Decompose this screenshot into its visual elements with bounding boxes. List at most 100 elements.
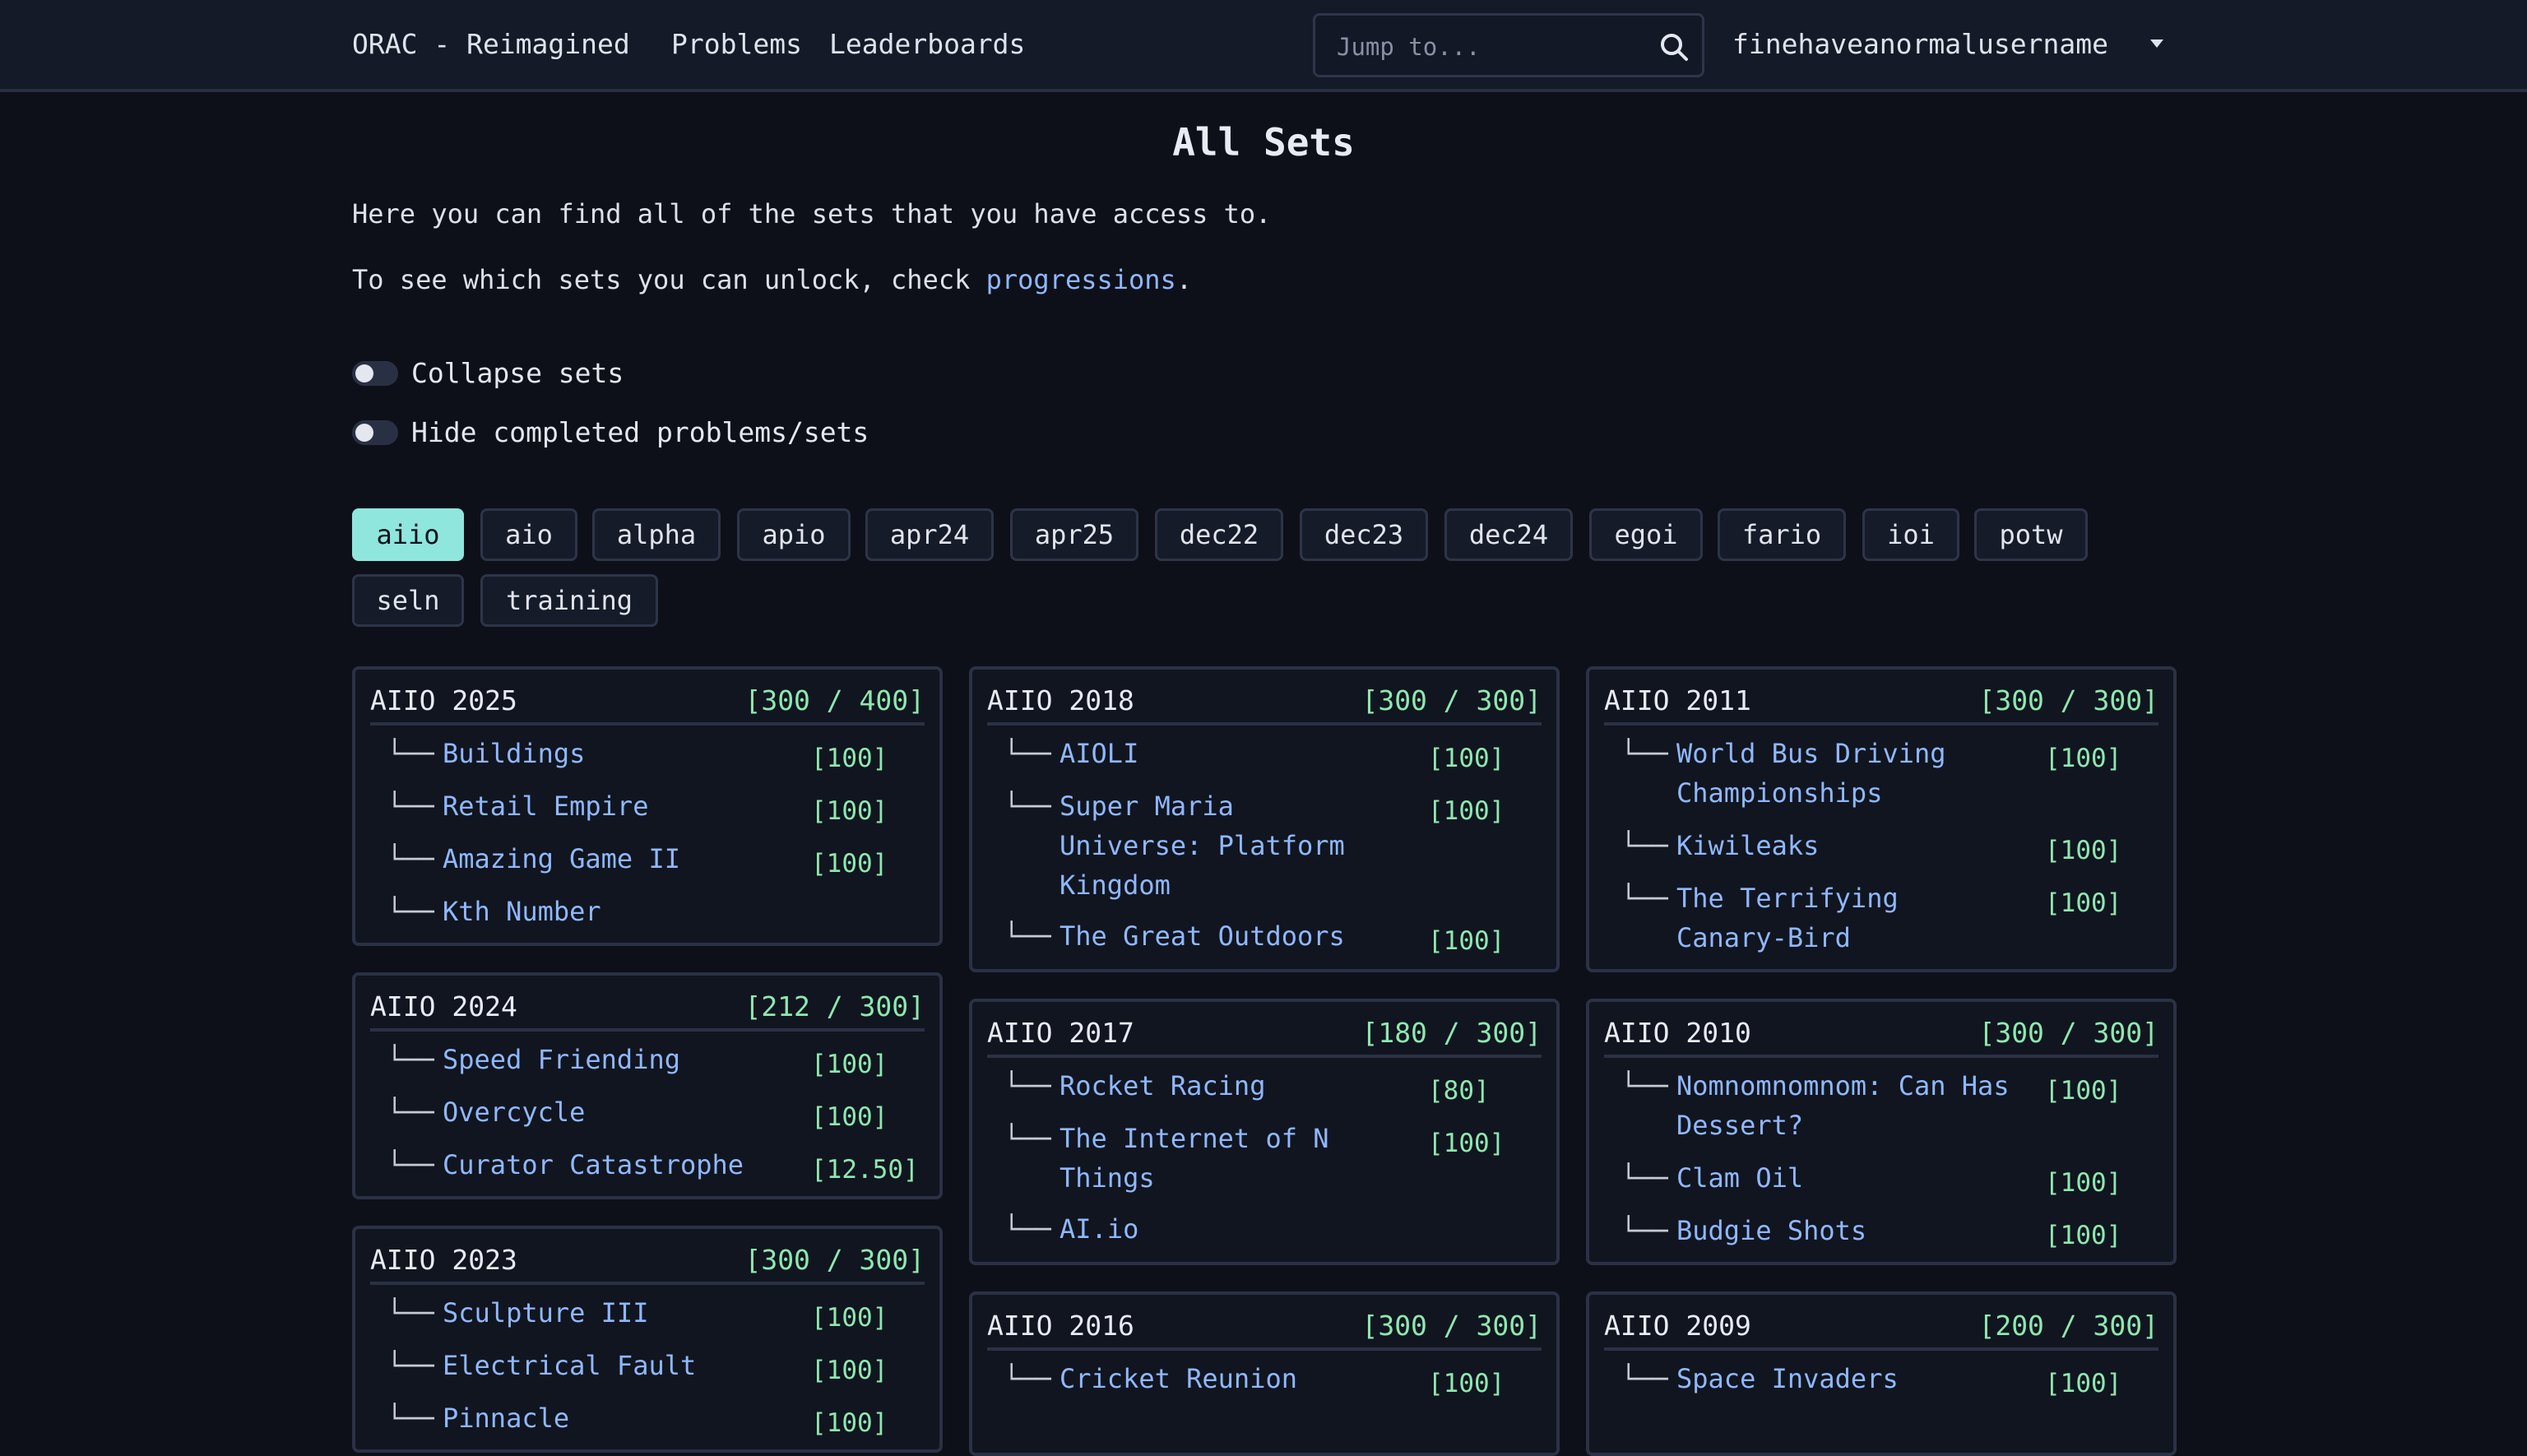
set-score: [300 / 300] <box>744 1244 925 1276</box>
problem-score: [100] <box>2045 836 2122 865</box>
search-button[interactable] <box>1658 30 1690 63</box>
tree-branch: └── <box>387 791 434 822</box>
set-card-header: AIIO 2011 [300 / 300] <box>1604 681 2158 726</box>
problem-link[interactable]: Buildings <box>443 734 780 773</box>
switch-knob <box>355 424 373 442</box>
tag-filter-egoi[interactable]: egoi <box>1589 508 1703 561</box>
problem-score: [12.50] <box>811 1155 919 1185</box>
problem-score: [100] <box>811 1356 888 1385</box>
set-title[interactable]: AIIO 2025 <box>370 683 517 719</box>
problem-score: [100] <box>2045 744 2122 773</box>
tree-branch: └── <box>387 896 434 927</box>
intro-text: Here you can find all of the sets that y… <box>352 198 1272 230</box>
tag-filter-dec22[interactable]: dec22 <box>1155 508 1283 561</box>
user-menu-toggle[interactable]: finehaveanormalusername <box>1732 25 2108 64</box>
tag-filter-potw[interactable]: potw <box>1974 508 2088 561</box>
problem-score: [100] <box>811 1102 888 1132</box>
problem-link[interactable]: Cricket Reunion <box>1059 1359 1397 1398</box>
set-card-header: AIIO 2025 [300 / 400] <box>370 681 925 726</box>
switch-knob <box>355 364 373 383</box>
problem-score: [100] <box>811 1050 888 1079</box>
set-card-aiio-2011: AIIO 2011 [300 / 300] └── World Bus Drivi… <box>1586 666 2177 972</box>
set-score: [180 / 300] <box>1361 1017 1542 1049</box>
brand-link[interactable]: ORAC - Reimagined <box>352 25 630 64</box>
set-title[interactable]: AIIO 2011 <box>1604 683 1751 719</box>
tag-filter-dec23[interactable]: dec23 <box>1300 508 1428 561</box>
set-score: [300 / 300] <box>1978 1017 2158 1049</box>
tag-filter-apr25[interactable]: apr25 <box>1010 508 1138 561</box>
problem-link[interactable]: Pinnacle <box>443 1398 780 1438</box>
set-title[interactable]: AIIO 2023 <box>370 1242 517 1278</box>
set-card-header: AIIO 2023 [300 / 300] <box>370 1240 925 1285</box>
progressions-link[interactable]: progressions <box>986 264 1176 295</box>
tag-filter-fario[interactable]: fario <box>1718 508 1846 561</box>
problem-link[interactable]: Budgie Shots <box>1676 1211 2014 1250</box>
tag-filter-aiio[interactable]: aiio <box>352 508 464 561</box>
problem-score: [100] <box>2045 1221 2122 1250</box>
problem-link[interactable]: The Internet of N Things <box>1059 1119 1380 1198</box>
problem-link[interactable]: Speed Friending <box>443 1040 780 1079</box>
set-title[interactable]: AIIO 2024 <box>370 989 517 1025</box>
problem-link[interactable]: Clam Oil <box>1676 1158 2014 1198</box>
problem-link[interactable]: Rocket Racing <box>1059 1066 1397 1106</box>
tree-branch: └── <box>1004 1363 1051 1394</box>
problem-link[interactable]: Kth Number <box>443 892 780 931</box>
problem-link[interactable]: World Bus Driving Championships <box>1676 734 2022 813</box>
nav-link-problems[interactable]: Problems <box>671 25 802 64</box>
problem-score: [100] <box>811 796 888 826</box>
problem-link[interactable]: AI.io <box>1059 1209 1397 1249</box>
set-title[interactable]: AIIO 2017 <box>987 1015 1134 1051</box>
tag-filter-dec24[interactable]: dec24 <box>1444 508 1573 561</box>
set-card-aiio-2010: AIIO 2010 [300 / 300] └── Nomnomnomnom: C… <box>1586 999 2177 1265</box>
tag-filter-training[interactable]: training <box>480 574 658 627</box>
problem-link[interactable]: Curator Catastrophe <box>443 1145 780 1185</box>
problem-link[interactable]: Amazing Game II <box>443 839 780 879</box>
set-title[interactable]: AIIO 2018 <box>987 683 1134 719</box>
tree-branch: └── <box>387 1044 434 1075</box>
unlock-hint-prefix: To see which sets you can unlock, check <box>352 264 986 295</box>
tree-branch: └── <box>1004 1070 1051 1101</box>
problem-link[interactable]: The Terrifying Canary-Bird <box>1676 879 1956 958</box>
tree-branch: └── <box>1621 738 1668 769</box>
set-title[interactable]: AIIO 2016 <box>987 1308 1134 1344</box>
problem-link[interactable]: Electrical Fault <box>443 1346 780 1385</box>
set-score: [300 / 300] <box>1361 684 1542 716</box>
problem-link[interactable]: Nomnomnomnom: Can Has Dessert? <box>1676 1066 2014 1145</box>
set-card-aiio-2018: AIIO 2018 [300 / 300] └── AIOLI [100] └── S… <box>969 666 1560 972</box>
tree-branch: └── <box>1621 830 1668 861</box>
collapse-sets-switch[interactable] <box>352 361 398 386</box>
problem-score: [100] <box>811 1303 888 1333</box>
tag-filter-apr24[interactable]: apr24 <box>865 508 994 561</box>
set-card-header: AIIO 2016 [300 / 300] <box>987 1306 1542 1351</box>
set-card-header: AIIO 2009 [200 / 300] <box>1604 1306 2158 1351</box>
problem-link[interactable]: AIOLI <box>1059 734 1397 773</box>
problem-link[interactable]: Super Maria Universe: Platform Kingdom <box>1059 786 1380 905</box>
problem-link[interactable]: Overcycle <box>443 1092 780 1132</box>
tag-filter-alpha[interactable]: alpha <box>592 508 721 561</box>
problem-score: [100] <box>1428 1369 1505 1398</box>
problem-link[interactable]: The Great Outdoors <box>1059 916 1397 956</box>
set-card-header: AIIO 2017 [180 / 300] <box>987 1013 1542 1058</box>
tree-branch: └── <box>1004 738 1051 769</box>
tree-branch: └── <box>1621 1070 1668 1101</box>
problem-link[interactable]: Space Invaders <box>1676 1359 2014 1398</box>
set-title[interactable]: AIIO 2009 <box>1604 1308 1751 1344</box>
nav-link-leaderboards[interactable]: Leaderboards <box>829 25 1025 64</box>
tree-branch: └── <box>387 1149 434 1180</box>
tag-filter-seln[interactable]: seln <box>352 574 464 627</box>
set-card-header: AIIO 2010 [300 / 300] <box>1604 1013 2158 1058</box>
problem-link[interactable]: Retail Empire <box>443 786 780 826</box>
search-input[interactable] <box>1335 27 1651 67</box>
hide-completed-switch[interactable] <box>352 420 398 445</box>
set-title[interactable]: AIIO 2010 <box>1604 1015 1751 1051</box>
problem-link[interactable]: Kiwileaks <box>1676 826 2014 865</box>
chevron-down-icon[interactable] <box>2149 38 2165 49</box>
tree-branch: └── <box>1621 1162 1668 1194</box>
tree-branch: └── <box>1004 791 1051 822</box>
tag-filter-ioi[interactable]: ioi <box>1862 508 1959 561</box>
tag-filter-apio[interactable]: apio <box>737 508 851 561</box>
tag-filter-aio[interactable]: aio <box>480 508 577 561</box>
hide-completed-label: Hide completed problems/sets <box>411 416 869 448</box>
tree-branch: └── <box>1621 883 1668 914</box>
problem-link[interactable]: Sculpture III <box>443 1293 780 1333</box>
